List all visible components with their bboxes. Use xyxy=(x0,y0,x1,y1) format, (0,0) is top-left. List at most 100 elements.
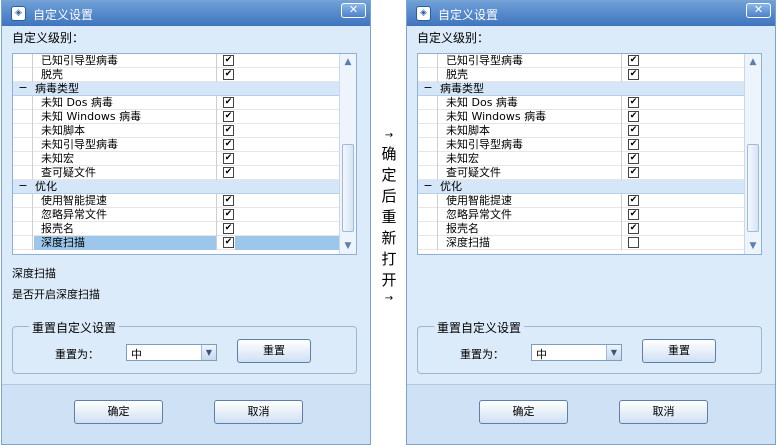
collapse-toggle-icon[interactable]: − xyxy=(13,180,33,194)
close-button[interactable]: ✕ xyxy=(746,3,771,18)
row-indent xyxy=(13,222,33,236)
setting-label: 深度扫描 xyxy=(439,236,622,250)
row-indent xyxy=(418,124,438,138)
setting-checkbox[interactable]: ✔ xyxy=(223,97,234,108)
row-indent xyxy=(13,54,33,68)
setting-row[interactable]: 查可疑文件 ✔ xyxy=(13,166,356,180)
setting-row[interactable]: 未知宏 ✔ xyxy=(418,152,761,166)
setting-row[interactable]: 报壳名 ✔ xyxy=(418,222,761,236)
setting-row[interactable]: 查可疑文件 ✔ xyxy=(418,166,761,180)
scroll-down-icon[interactable]: ▼ xyxy=(341,239,355,253)
category-row[interactable]: − 病毒类型 xyxy=(13,82,356,96)
setting-label: 查可疑文件 xyxy=(34,166,217,180)
category-label: 病毒类型 xyxy=(440,82,484,95)
collapse-toggle-icon[interactable]: − xyxy=(13,82,33,96)
reset-to-label: 重置为： xyxy=(460,348,504,361)
row-indent xyxy=(418,166,438,180)
collapse-toggle-icon[interactable]: − xyxy=(418,82,438,96)
setting-row[interactable]: 使用智能提速 ✔ xyxy=(418,194,761,208)
setting-label: 未知引导型病毒 xyxy=(34,138,217,152)
setting-checkbox[interactable]: ✔ xyxy=(223,167,234,178)
shield-icon: ◈ xyxy=(416,6,431,21)
setting-row[interactable]: 未知 Windows 病毒 ✔ xyxy=(418,110,761,124)
chevron-down-icon[interactable]: ▼ xyxy=(606,345,621,360)
setting-row[interactable]: 未知 Dos 病毒 ✔ xyxy=(418,96,761,110)
setting-row[interactable]: 未知脚本 ✔ xyxy=(13,124,356,138)
ok-button[interactable]: 确定 xyxy=(74,400,163,424)
setting-checkbox[interactable]: ✔ xyxy=(223,195,234,206)
setting-checkbox[interactable]: ✔ xyxy=(628,209,639,220)
setting-checkbox[interactable]: ✔ xyxy=(628,223,639,234)
setting-checkbox[interactable]: ✔ xyxy=(223,153,234,164)
scroll-thumb[interactable] xyxy=(747,144,759,232)
category-row[interactable]: − 病毒类型 xyxy=(418,82,761,96)
setting-row[interactable]: 未知 Windows 病毒 ✔ xyxy=(13,110,356,124)
setting-checkbox[interactable] xyxy=(628,237,639,248)
setting-row[interactable]: 深度扫描 xyxy=(418,236,761,250)
reset-button[interactable]: 重置 xyxy=(642,339,716,363)
setting-checkbox[interactable]: ✔ xyxy=(223,209,234,220)
reset-button[interactable]: 重置 xyxy=(237,339,311,363)
setting-checkbox[interactable]: ✔ xyxy=(223,69,234,80)
reset-level-select[interactable]: 中 ▼ xyxy=(531,344,622,361)
scroll-up-icon[interactable]: ▲ xyxy=(746,55,760,69)
setting-checkbox[interactable]: ✔ xyxy=(628,167,639,178)
scroll-thumb[interactable] xyxy=(342,144,354,232)
setting-row[interactable]: 忽略异常文件 ✔ xyxy=(13,208,356,222)
setting-row[interactable]: 忽略异常文件 ✔ xyxy=(418,208,761,222)
reset-group-label: 重置自定义设置 xyxy=(29,319,120,336)
row-indent xyxy=(13,166,33,180)
setting-row[interactable]: 使用智能提速 ✔ xyxy=(13,194,356,208)
setting-checkbox[interactable]: ✔ xyxy=(628,111,639,122)
selection-highlight xyxy=(235,236,339,250)
custom-settings-dialog-after: ◈ 自定义设置 ✕ 自定义级别： 已知引导型病毒 ✔ 脱壳 ✔ − 病毒类型 未知 Dos … xyxy=(406,0,776,445)
setting-row[interactable]: 已知引导型病毒 ✔ xyxy=(418,54,761,68)
category-row[interactable]: − 优化 xyxy=(418,180,761,194)
vertical-scrollbar[interactable]: ▲ ▼ xyxy=(744,54,761,254)
setting-checkbox[interactable]: ✔ xyxy=(628,139,639,150)
setting-checkbox[interactable]: ✔ xyxy=(628,125,639,136)
scroll-down-icon[interactable]: ▼ xyxy=(746,239,760,253)
reset-to-label: 重置为： xyxy=(55,348,99,361)
setting-row[interactable]: 未知脚本 ✔ xyxy=(418,124,761,138)
setting-checkbox[interactable]: ✔ xyxy=(223,55,234,66)
setting-row[interactable]: 未知 Dos 病毒 ✔ xyxy=(13,96,356,110)
setting-label: 未知 Dos 病毒 xyxy=(439,96,622,110)
setting-checkbox[interactable]: ✔ xyxy=(223,125,234,136)
setting-checkbox[interactable]: ✔ xyxy=(628,69,639,80)
chevron-down-icon[interactable]: ▼ xyxy=(201,345,216,360)
setting-checkbox[interactable]: ✔ xyxy=(223,223,234,234)
setting-row[interactable]: 深度扫描 ✔ xyxy=(13,236,356,250)
setting-checkbox[interactable]: ✔ xyxy=(223,111,234,122)
setting-checkbox[interactable]: ✔ xyxy=(628,55,639,66)
reset-level-value: 中 xyxy=(131,348,142,361)
setting-label: 未知 Dos 病毒 xyxy=(34,96,217,110)
setting-row[interactable]: 未知宏 ✔ xyxy=(13,152,356,166)
setting-label: 未知 Windows 病毒 xyxy=(34,110,217,124)
reopen-annotation: → 确 定 后 重 新 打 开 → xyxy=(379,128,399,307)
cancel-button[interactable]: 取消 xyxy=(214,400,303,424)
category-label: 病毒类型 xyxy=(35,82,79,95)
setting-row[interactable]: 未知引导型病毒 ✔ xyxy=(418,138,761,152)
scroll-up-icon[interactable]: ▲ xyxy=(341,55,355,69)
setting-row[interactable]: 脱壳 ✔ xyxy=(418,68,761,82)
close-button[interactable]: ✕ xyxy=(341,3,366,18)
setting-checkbox[interactable]: ✔ xyxy=(628,153,639,164)
reset-level-select[interactable]: 中 ▼ xyxy=(126,344,217,361)
row-indent xyxy=(418,222,438,236)
ok-button[interactable]: 确定 xyxy=(479,400,568,424)
annotation-char: 确 xyxy=(381,145,397,163)
cancel-button[interactable]: 取消 xyxy=(619,400,708,424)
row-indent xyxy=(418,194,438,208)
setting-row[interactable]: 未知引导型病毒 ✔ xyxy=(13,138,356,152)
setting-checkbox[interactable]: ✔ xyxy=(628,195,639,206)
setting-row[interactable]: 已知引导型病毒 ✔ xyxy=(13,54,356,68)
setting-checkbox[interactable]: ✔ xyxy=(628,97,639,108)
setting-row[interactable]: 报壳名 ✔ xyxy=(13,222,356,236)
category-row[interactable]: − 优化 xyxy=(13,180,356,194)
vertical-scrollbar[interactable]: ▲ ▼ xyxy=(339,54,356,254)
setting-checkbox[interactable]: ✔ xyxy=(223,139,234,150)
setting-checkbox[interactable]: ✔ xyxy=(223,237,234,248)
setting-row[interactable]: 脱壳 ✔ xyxy=(13,68,356,82)
collapse-toggle-icon[interactable]: − xyxy=(418,180,438,194)
